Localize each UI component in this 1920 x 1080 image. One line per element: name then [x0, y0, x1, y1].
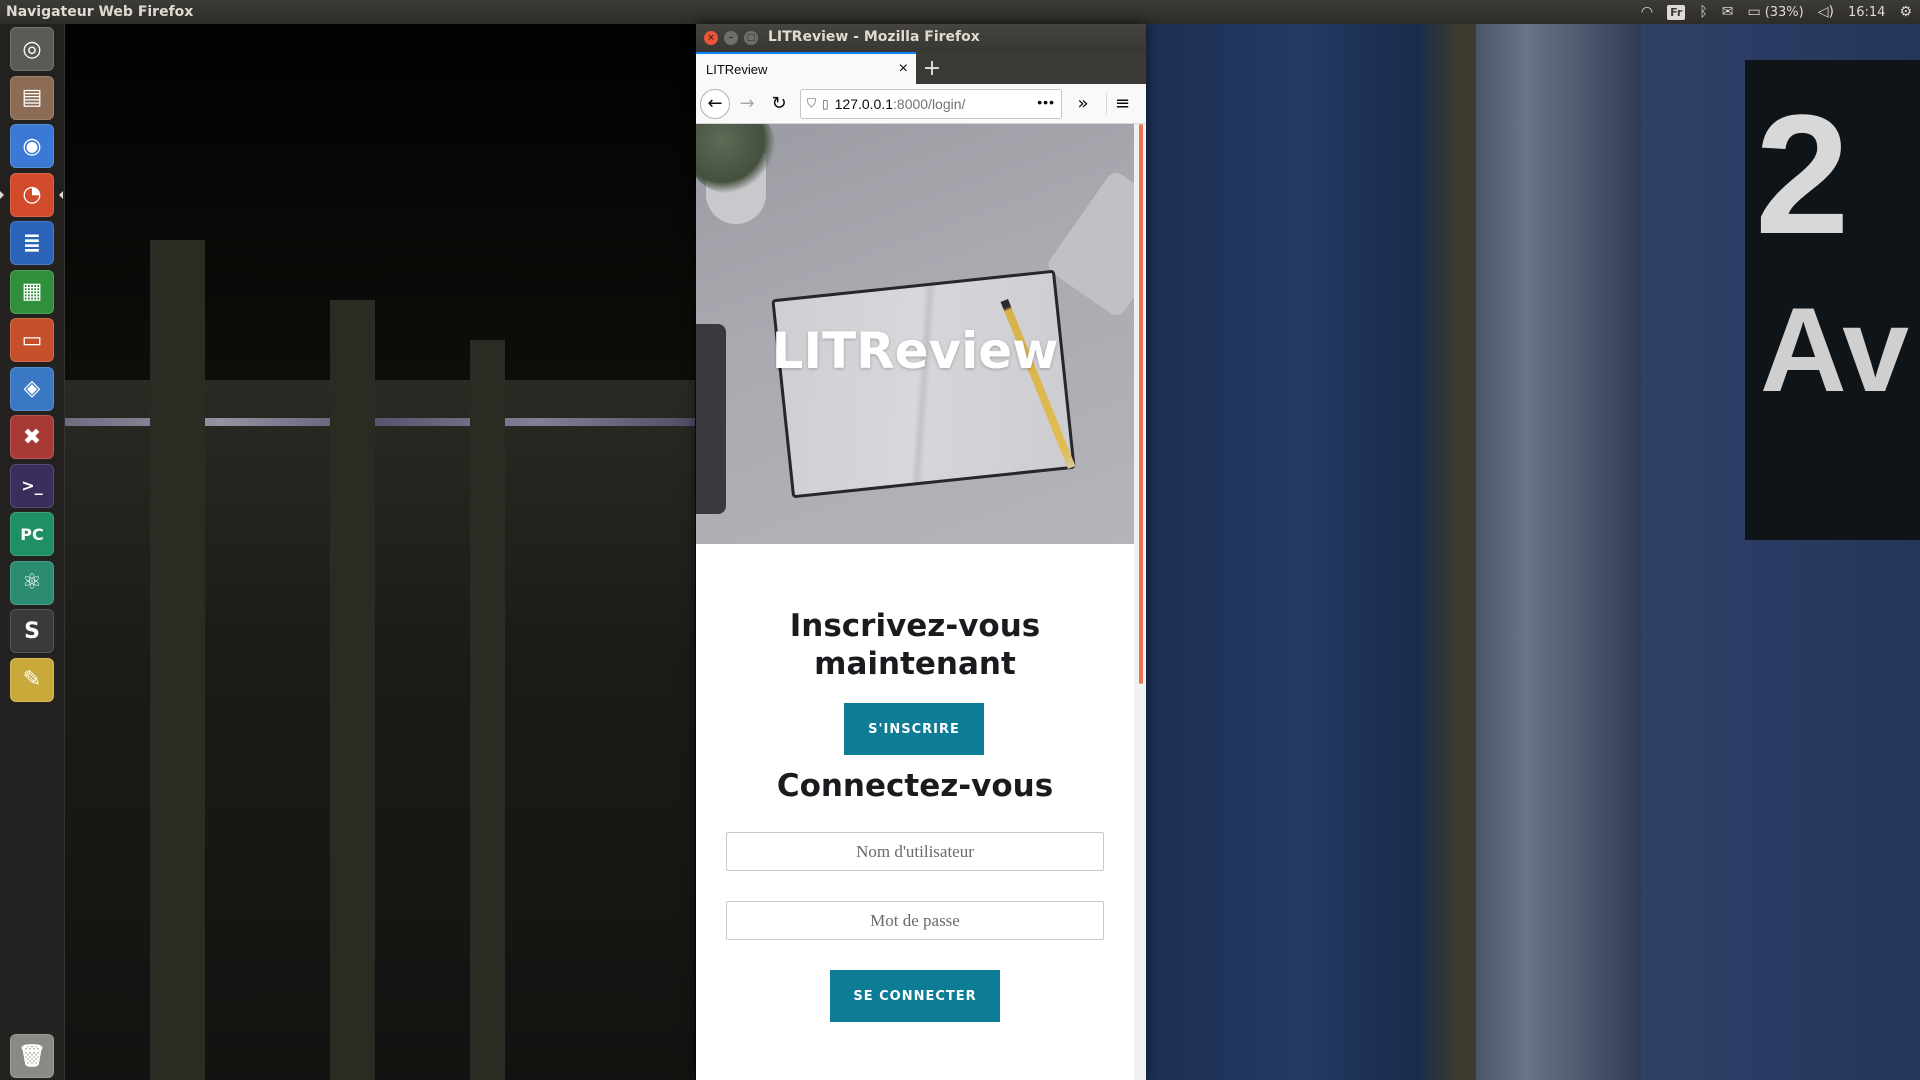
launcher: ◎ ▤ ◉ ◔ ≣ ▦ ▭ ◈ ✖ >_ PC ⚛ S ✎ 🗑 [0, 24, 65, 1080]
window-titlebar[interactable]: × – □ LITReview - Mozilla Firefox [696, 24, 1146, 52]
reload-button[interactable]: ↻ [764, 89, 794, 119]
forward-button[interactable]: → [732, 89, 762, 119]
window-close-button[interactable]: × [704, 31, 718, 45]
wallpaper-pillar [150, 240, 205, 1080]
page-scrollbar[interactable] [1134, 124, 1146, 1080]
new-tab-button[interactable]: + [916, 52, 948, 84]
url-bar[interactable]: ⛉ ▯ 127.0.0.1:8000/login/ ••• [800, 88, 1062, 119]
writer-icon[interactable]: ≣ [10, 221, 54, 265]
wallpaper-sign-number: 2 [1755, 80, 1850, 270]
top-panel: Navigateur Web Firefox ◠ Fr ᛒ ✉ ▭ (33%) … [0, 0, 1920, 24]
login-button[interactable]: SE CONNECTER [830, 970, 1000, 1022]
page-scrollbar-thumb[interactable] [1139, 124, 1143, 684]
hero-notebook-image [771, 269, 1076, 499]
software-center-icon[interactable]: ◈ [10, 366, 54, 411]
window-minimize-button[interactable]: – [724, 31, 738, 45]
settings-icon[interactable]: ✖ [10, 415, 54, 459]
username-field[interactable] [726, 832, 1104, 871]
window-maximize-button[interactable]: □ [744, 31, 758, 45]
wallpaper-column [1476, 24, 1641, 1080]
wallpaper-pillar [330, 300, 375, 1080]
impress-icon[interactable]: ▭ [10, 318, 54, 362]
navigation-toolbar: ← → ↻ ⛉ ▯ 127.0.0.1:8000/login/ ••• » ≡ [696, 84, 1146, 124]
hero-banner: LITReview [696, 124, 1134, 544]
signup-heading-line1: Inscrivez-vous [789, 608, 1041, 644]
focused-indicator [59, 190, 63, 199]
tab-bar: LITReview × + [696, 52, 1146, 84]
tab-label: LITReview [706, 61, 768, 77]
firefox-window: × – □ LITReview - Mozilla Firefox LITRev… [696, 24, 1146, 1080]
tracking-protection-shield-icon[interactable]: ⛉ [807, 96, 816, 111]
system-tray: ◠ Fr ᛒ ✉ ▭ (33%) ◁) 16:14 ⚙ [1641, 0, 1920, 24]
url-path: :8000/login/ [893, 95, 966, 112]
wallpaper-sign-text: Av [1760, 283, 1909, 417]
system-menu-gear-icon[interactable]: ⚙ [1899, 4, 1912, 20]
tab-close-icon[interactable]: × [899, 60, 908, 78]
login-heading: Connectez-vous [776, 768, 1054, 804]
signup-button[interactable]: S'INSCRIRE [844, 703, 984, 755]
sublime-icon[interactable]: S [10, 609, 54, 653]
firefox-icon[interactable]: ◔ [10, 172, 54, 217]
site-title: LITReview [771, 322, 1059, 380]
atom-icon[interactable]: ⚛ [10, 560, 54, 605]
calc-icon[interactable]: ▦ [10, 269, 54, 314]
volume-icon[interactable]: ◁) [1818, 4, 1834, 20]
tab-litreview[interactable]: LITReview × [696, 52, 916, 84]
signup-heading-line2: maintenant [814, 646, 1016, 682]
terminal-icon[interactable]: >_ [10, 463, 54, 508]
signup-heading: Inscrivez-vous maintenant [696, 607, 1134, 683]
hamburger-menu-icon[interactable]: ≡ [1106, 93, 1132, 114]
keyboard-layout-indicator[interactable]: Fr [1667, 4, 1686, 20]
dash-home-icon[interactable]: ◎ [10, 27, 54, 71]
url-host: 127.0.0.1 [834, 95, 894, 112]
battery-percent: (33%) [1764, 4, 1804, 20]
page-actions-icon[interactable]: ••• [1037, 94, 1055, 110]
battery-indicator[interactable]: ▭ (33%) [1747, 4, 1803, 20]
chrome-icon[interactable]: ◉ [10, 124, 54, 168]
wifi-icon[interactable]: ◠ [1641, 4, 1653, 20]
pycharm-icon[interactable]: PC [10, 512, 54, 556]
clock[interactable]: 16:14 [1848, 5, 1885, 20]
back-button[interactable]: ← [700, 88, 730, 119]
files-icon[interactable]: ▤ [10, 75, 54, 120]
hero-device-image [1044, 169, 1134, 319]
window-title: LITReview - Mozilla Firefox [768, 29, 980, 45]
trash-icon[interactable]: 🗑 [10, 1034, 54, 1078]
text-editor-icon[interactable]: ✎ [10, 657, 54, 702]
mail-icon[interactable]: ✉ [1722, 4, 1734, 20]
bluetooth-icon[interactable]: ᛒ [1699, 4, 1707, 20]
overflow-menu-icon[interactable]: » [1070, 93, 1096, 114]
active-app-title: Navigateur Web Firefox [6, 4, 194, 20]
page-content: LITReview Inscrivez-vous maintenant S'IN… [696, 124, 1146, 1080]
battery-icon: ▭ [1747, 4, 1761, 20]
page-info-icon[interactable]: ▯ [822, 97, 829, 111]
wallpaper-pillar [470, 340, 505, 1080]
password-field[interactable] [726, 901, 1104, 940]
running-indicator [0, 190, 4, 199]
